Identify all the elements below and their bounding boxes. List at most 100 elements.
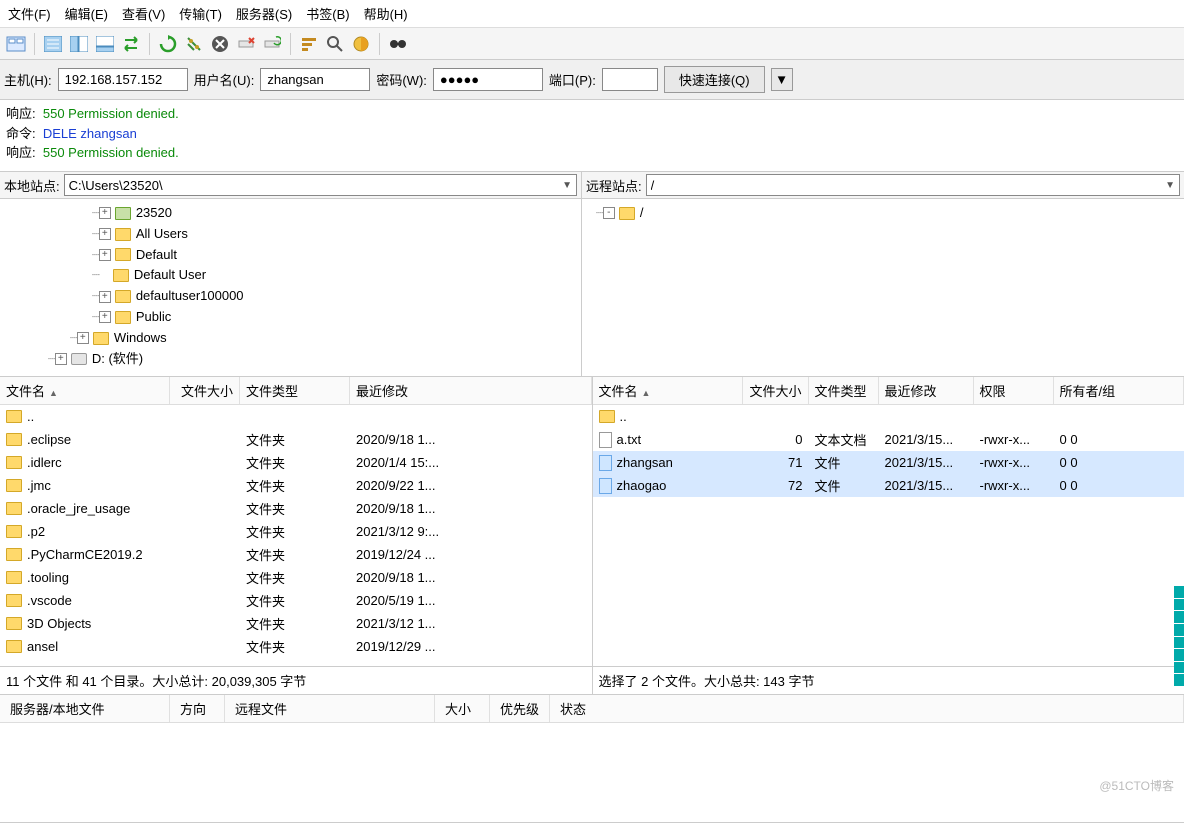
list-item[interactable]: zhaogao72文件2021/3/15...-rwxr-x...0 0 — [593, 474, 1184, 497]
tree-label: 23520 — [136, 203, 172, 224]
tree-item[interactable]: ┈+23520 — [2, 203, 579, 224]
toolbar-find-icon[interactable] — [386, 32, 410, 56]
toolbar-togglequeue-icon[interactable] — [93, 32, 117, 56]
toolbar-compare-icon[interactable] — [349, 32, 373, 56]
remote-site-bar: 远程站点: ▼ — [582, 172, 1184, 199]
col-filename[interactable]: 文件名▲ — [593, 377, 743, 404]
folder-icon — [115, 290, 131, 303]
toolbar-reconnect-icon[interactable] — [260, 32, 284, 56]
list-item[interactable]: .idlerc文件夹2020/1/4 15:... — [0, 451, 592, 474]
username-input[interactable] — [260, 68, 370, 91]
list-item[interactable]: .p2文件夹2021/3/12 9:... — [0, 520, 592, 543]
expand-icon[interactable]: - — [603, 207, 615, 219]
local-list-header[interactable]: 文件名▲ 文件大小 文件类型 最近修改 — [0, 377, 592, 405]
list-item[interactable]: .tooling文件夹2020/9/18 1... — [0, 566, 592, 589]
list-item[interactable]: .vscode文件夹2020/5/19 1... — [0, 589, 592, 612]
menu-file[interactable]: 文件(F) — [8, 4, 51, 23]
local-file-list[interactable]: ...eclipse文件夹2020/9/18 1....idlerc文件夹202… — [0, 405, 592, 666]
col-permissions[interactable]: 权限 — [974, 377, 1054, 404]
expand-icon[interactable]: + — [99, 207, 111, 219]
tree-item[interactable]: ┈-/ — [584, 203, 1182, 224]
local-path-input[interactable] — [69, 178, 562, 193]
col-size[interactable]: 大小 — [435, 695, 490, 722]
list-item[interactable]: .oracle_jre_usage文件夹2020/9/18 1... — [0, 497, 592, 520]
menu-bookmarks[interactable]: 书签(B) — [306, 4, 349, 23]
col-size[interactable]: 文件大小 — [170, 377, 240, 404]
list-item[interactable]: ansel文件夹2019/12/29 ... — [0, 635, 592, 658]
tree-item[interactable]: ┈+Default — [2, 245, 579, 266]
toolbar-process-icon[interactable] — [182, 32, 206, 56]
expand-icon[interactable]: + — [55, 353, 67, 365]
remote-list-header[interactable]: 文件名▲ 文件大小 文件类型 最近修改 权限 所有者/组 — [593, 377, 1184, 405]
side-scroll-indicator — [1174, 586, 1184, 686]
menu-transfer[interactable]: 传输(T) — [179, 4, 222, 23]
tree-item[interactable]: ┈+D: (软件) — [2, 349, 579, 370]
expand-icon[interactable]: + — [99, 249, 111, 261]
chevron-down-icon[interactable]: ▼ — [1165, 180, 1175, 191]
tree-item[interactable]: ┈+Windows — [2, 328, 579, 349]
host-input[interactable] — [58, 68, 188, 91]
list-item[interactable]: zhangsan71文件2021/3/15...-rwxr-x...0 0 — [593, 451, 1184, 474]
list-item[interactable]: .PyCharmCE2019.2文件夹2019/12/24 ... — [0, 543, 592, 566]
remote-path-input[interactable] — [651, 178, 1165, 193]
col-type[interactable]: 文件类型 — [240, 377, 350, 404]
quick-connect-dropdown[interactable]: ▼ — [771, 68, 793, 91]
folder-icon — [6, 548, 22, 561]
message-log[interactable]: 响应: 550 Permission denied.命令: DELE zhang… — [0, 100, 1184, 172]
list-item[interactable]: 3D Objects文件夹2021/3/12 1... — [0, 612, 592, 635]
col-priority[interactable]: 优先级 — [490, 695, 550, 722]
password-input[interactable] — [433, 68, 543, 91]
remote-tree[interactable]: ┈-/ — [582, 199, 1184, 376]
tree-item[interactable]: ┈+defaultuser100000 — [2, 286, 579, 307]
toolbar-togglelog-icon[interactable] — [41, 32, 65, 56]
col-server[interactable]: 服务器/本地文件 — [0, 695, 170, 722]
folder-icon — [619, 207, 635, 220]
col-type[interactable]: 文件类型 — [809, 377, 879, 404]
expand-icon[interactable]: + — [99, 291, 111, 303]
toolbar-filter-icon[interactable] — [297, 32, 321, 56]
toolbar-toggletree-icon[interactable] — [67, 32, 91, 56]
folder-icon — [115, 228, 131, 241]
remote-path-combo[interactable]: ▼ — [646, 174, 1180, 196]
menu-bar: 文件(F) 编辑(E) 查看(V) 传输(T) 服务器(S) 书签(B) 帮助(… — [0, 0, 1184, 28]
menu-server[interactable]: 服务器(S) — [236, 4, 292, 23]
col-owner[interactable]: 所有者/组 — [1054, 377, 1184, 404]
col-size[interactable]: 文件大小 — [743, 377, 809, 404]
local-tree[interactable]: ┈+23520┈+All Users┈+Default┈Default User… — [0, 199, 581, 376]
expand-icon[interactable]: + — [77, 332, 89, 344]
toolbar-refresh-icon[interactable] — [156, 32, 180, 56]
transfer-queue[interactable] — [0, 723, 1184, 823]
list-item[interactable]: .. — [593, 405, 1184, 428]
col-remote-file[interactable]: 远程文件 — [225, 695, 435, 722]
transfer-queue-header[interactable]: 服务器/本地文件 方向 远程文件 大小 优先级 状态 — [0, 695, 1184, 723]
col-status[interactable]: 状态 — [550, 695, 1184, 722]
menu-view[interactable]: 查看(V) — [122, 4, 165, 23]
list-item[interactable]: a.txt0文本文档2021/3/15...-rwxr-x...0 0 — [593, 428, 1184, 451]
col-filename[interactable]: 文件名▲ — [0, 377, 170, 404]
expand-icon[interactable]: + — [99, 311, 111, 323]
tree-item[interactable]: ┈+Public — [2, 307, 579, 328]
remote-file-list[interactable]: ..a.txt0文本文档2021/3/15...-rwxr-x...0 0zha… — [593, 405, 1184, 666]
list-item[interactable]: .eclipse文件夹2020/9/18 1... — [0, 428, 592, 451]
toolbar-sitemanager-icon[interactable] — [4, 32, 28, 56]
chevron-down-icon[interactable]: ▼ — [562, 180, 572, 191]
col-direction[interactable]: 方向 — [170, 695, 225, 722]
col-modified[interactable]: 最近修改 — [350, 377, 592, 404]
expand-icon[interactable]: + — [99, 228, 111, 240]
toolbar-sync-icon[interactable] — [119, 32, 143, 56]
menu-edit[interactable]: 编辑(E) — [65, 4, 108, 23]
col-modified[interactable]: 最近修改 — [879, 377, 974, 404]
list-item[interactable]: .. — [0, 405, 592, 428]
toolbar-cancel-icon[interactable] — [208, 32, 232, 56]
toolbar — [0, 28, 1184, 60]
quick-connect-button[interactable]: 快速连接(Q) — [664, 66, 765, 93]
toolbar-disconnect-icon[interactable] — [234, 32, 258, 56]
tree-item[interactable]: ┈+All Users — [2, 224, 579, 245]
local-path-combo[interactable]: ▼ — [64, 174, 577, 196]
tree-item[interactable]: ┈Default User — [2, 265, 579, 286]
list-item[interactable]: .jmc文件夹2020/9/22 1... — [0, 474, 592, 497]
folder-icon — [6, 525, 22, 538]
toolbar-search-icon[interactable] — [323, 32, 347, 56]
menu-help[interactable]: 帮助(H) — [364, 4, 408, 23]
port-input[interactable] — [602, 68, 658, 91]
